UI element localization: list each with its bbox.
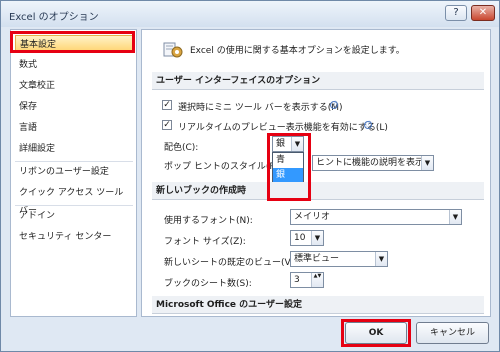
sidebar-item-proofing[interactable]: 文章校正	[15, 77, 133, 95]
intro-description: Excel の使用に関する基本オプションを設定します。	[190, 46, 405, 56]
info-icon: ⓘ	[330, 101, 338, 109]
color-option-silver[interactable]: 銀	[273, 168, 303, 183]
sidebar-item-general[interactable]: 基本設定	[15, 35, 133, 53]
sidebar-item-advanced[interactable]: 詳細設定	[15, 140, 133, 158]
sheet-count-label: ブックのシート数(S):	[164, 279, 252, 289]
font-size-label: フォント サイズ(Z):	[164, 237, 246, 247]
spinner-icon: ▲▼	[311, 273, 323, 287]
live-preview-label: リアルタイムのプレビュー表示機能を有効にする(L)	[178, 123, 388, 133]
sheet-count-spinner[interactable]: 3 ▲▼	[290, 272, 324, 288]
font-size-select[interactable]: 10 ▼	[290, 230, 324, 246]
chevron-down-icon: ▼	[311, 231, 323, 245]
sidebar-item-quick-access-toolbar[interactable]: クイック アクセス ツール バー	[15, 184, 133, 216]
sidebar-item-language[interactable]: 言語	[15, 119, 133, 137]
tooltip-style-label: ポップ ヒントのスタイル(R):	[164, 162, 283, 172]
help-button[interactable]: ?	[445, 5, 467, 21]
section-ui-options: ユーザー インターフェイスのオプション	[152, 72, 484, 90]
section-office-personalization: Microsoft Office のユーザー設定	[152, 296, 484, 314]
sidebar-item-add-ins[interactable]: アドイン	[15, 207, 133, 225]
chevron-down-icon: ▼	[375, 252, 387, 266]
sidebar-item-customize-ribbon[interactable]: リボンのユーザー設定	[15, 163, 133, 181]
default-view-select[interactable]: 標準ビュー ▼	[290, 251, 388, 267]
font-label: 使用するフォント(N):	[164, 216, 253, 226]
close-button[interactable]: ✕	[471, 5, 495, 21]
sidebar-divider	[15, 205, 133, 206]
sheet-count-value: 3	[294, 275, 300, 285]
cancel-button[interactable]: キャンセル	[416, 322, 489, 344]
mini-toolbar-label: 選択時にミニ ツール バーを表示する(M)	[178, 103, 343, 113]
chevron-down-icon: ▼	[449, 210, 461, 224]
default-view-value: 標準ビュー	[294, 254, 340, 264]
window-title: Excel のオプション	[9, 12, 99, 23]
title-bar: Excel のオプション ? ✕	[1, 1, 499, 27]
info-icon: ⓘ	[364, 121, 372, 129]
color-scheme-value: 銀	[276, 139, 286, 149]
color-scheme-select[interactable]: 銀 ▼	[272, 136, 304, 152]
font-size-value: 10	[294, 233, 306, 243]
mini-toolbar-checkbox[interactable]: ✓	[162, 100, 172, 110]
excel-options-dialog: Excel のオプション ? ✕ 基本設定 数式 文章校正 保存 言語 詳細設定…	[0, 0, 500, 352]
sidebar-item-formulas[interactable]: 数式	[15, 56, 133, 74]
options-content-panel: Excel の使用に関する基本オプションを設定します。 ユーザー インターフェイ…	[141, 29, 491, 317]
tooltip-style-select[interactable]: ヒントに機能の説明を表示する ▼	[312, 155, 434, 171]
sidebar-item-trust-center[interactable]: セキュリティ センター	[15, 228, 133, 246]
ok-button[interactable]: OK	[345, 322, 407, 344]
font-value: メイリオ	[294, 212, 331, 222]
color-scheme-label: 配色(C):	[164, 143, 199, 153]
chevron-down-icon: ▼	[421, 156, 433, 170]
options-gear-icon	[163, 42, 183, 58]
font-select[interactable]: メイリオ ▼	[290, 209, 462, 225]
live-preview-checkbox[interactable]: ✓	[162, 120, 172, 130]
section-new-workbook: 新しいブックの作成時	[152, 182, 484, 200]
chevron-down-icon: ▼	[291, 137, 303, 151]
sidebar: 基本設定 数式 文章校正 保存 言語 詳細設定 リボンのユーザー設定 クイック …	[10, 29, 137, 317]
default-view-label: 新しいシートの既定のビュー(V):	[164, 258, 298, 268]
sidebar-item-save[interactable]: 保存	[15, 98, 133, 116]
sidebar-divider	[15, 161, 133, 162]
tooltip-style-value: ヒントに機能の説明を表示する	[316, 158, 434, 168]
color-option-blue[interactable]: 青	[273, 153, 303, 168]
